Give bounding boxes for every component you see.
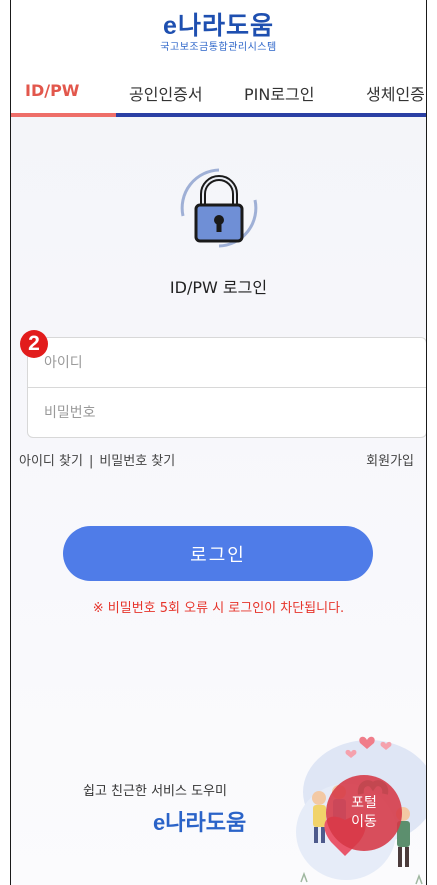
- login-form: [27, 337, 426, 438]
- link-separator: |: [88, 454, 94, 469]
- tab-certificate[interactable]: 공인인증서: [129, 81, 203, 105]
- app-logo[interactable]: e나라도움: [11, 6, 426, 42]
- helper-logo: e나라도움: [153, 810, 247, 835]
- tab-pin-login[interactable]: PIN로그인: [244, 81, 315, 105]
- find-id-link[interactable]: 아이디 찾기: [19, 454, 83, 469]
- helper-subtitle: 쉽고 친근한 서비스 도우미: [83, 784, 227, 799]
- app-logo-text: e나라도움: [163, 12, 274, 40]
- password-field-row: [28, 388, 426, 438]
- app-frame: e나라도움 국고보조금통합관리시스템 ID/PW 공인인증서 PIN로그인 생체…: [10, 0, 427, 885]
- login-tabs: ID/PW 공인인증서 PIN로그인 생체인증: [11, 75, 426, 117]
- tab-id-pw[interactable]: ID/PW: [25, 81, 79, 100]
- tab-biometric[interactable]: 생체인증: [366, 81, 425, 105]
- login-button[interactable]: 로그인: [63, 526, 373, 581]
- signup-link[interactable]: 회원가입: [366, 450, 414, 469]
- portal-button-line2: 이동: [351, 814, 377, 830]
- login-title: ID/PW 로그인: [169, 278, 268, 297]
- find-password-link[interactable]: 비밀번호 찾기: [99, 454, 175, 469]
- id-input[interactable]: [42, 353, 426, 372]
- login-panel: ID/PW 로그인 2 아이디 찾기 | 비밀번호 찾기 회원가입 로그인 ※ 비밀…: [11, 117, 426, 885]
- annotation-number-badge: 2: [20, 330, 48, 358]
- app-logo-subtitle: 국고보조금통합관리시스템: [160, 42, 277, 53]
- portal-move-button[interactable]: 포털 이동: [326, 775, 402, 851]
- password-input[interactable]: [42, 404, 426, 422]
- portal-button-line1: 포털: [351, 795, 377, 811]
- lockout-warning: ※ 비밀번호 5회 오류 시 로그인이 차단됩니다.: [92, 601, 345, 616]
- header: e나라도움 국고보조금통합관리시스템: [11, 0, 426, 70]
- lock-icon: [169, 158, 269, 258]
- id-field-row: [28, 338, 426, 388]
